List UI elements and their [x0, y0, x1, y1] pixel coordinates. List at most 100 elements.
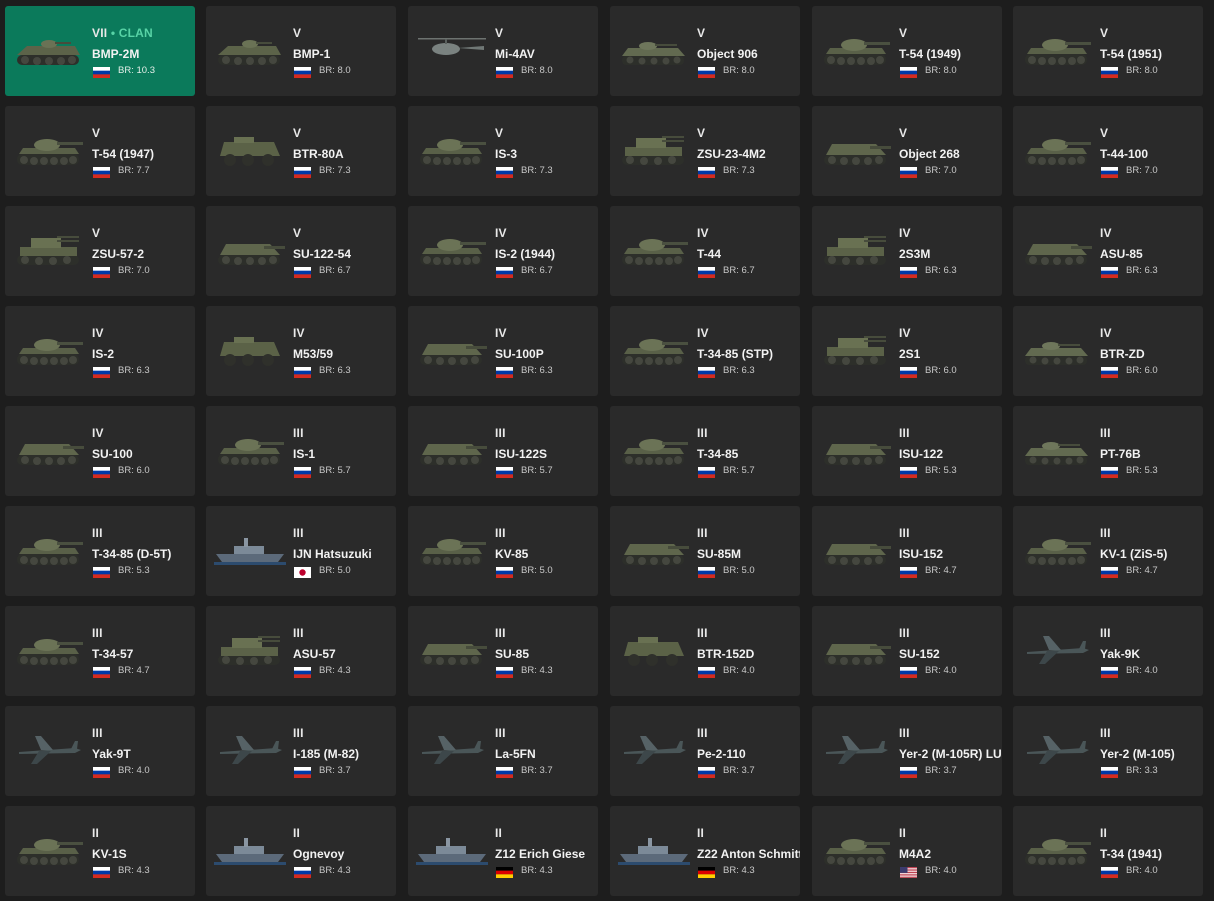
vehicle-card[interactable]: II T-34 (1941) BR: 4.0: [1013, 806, 1203, 896]
br-value: 5.0: [337, 565, 351, 576]
vehicle-card[interactable]: V T-44-100 BR: 7.0: [1013, 106, 1203, 196]
vehicle-card[interactable]: III BTR-152D BR: 4.0: [610, 606, 800, 696]
ussr-flag-icon: [93, 465, 110, 478]
td-icon: [820, 624, 892, 674]
br-value: 5.0: [539, 565, 553, 576]
vehicle-card[interactable]: IV IS-2 BR: 6.3: [5, 306, 195, 396]
ussr-flag-icon: [93, 365, 110, 378]
vehicle-card[interactable]: III La-5FN BR: 3.7: [408, 706, 598, 796]
vehicle-card[interactable]: IV SU-100P BR: 6.3: [408, 306, 598, 396]
vehicle-card[interactable]: IV SU-100 BR: 6.0: [5, 406, 195, 496]
vehicle-card[interactable]: III Yak-9K BR: 4.0: [1013, 606, 1203, 696]
vehicle-card[interactable]: III Yer-2 (M-105) BR: 3.3: [1013, 706, 1203, 796]
rank-number: V: [92, 226, 101, 240]
td-icon: [820, 524, 892, 574]
vehicle-card[interactable]: III SU-85M BR: 5.0: [610, 506, 800, 596]
rank-number: IV: [697, 226, 709, 240]
vehicle-card[interactable]: IV ASU-85 BR: 6.3: [1013, 206, 1203, 296]
vehicle-rank: V: [92, 126, 100, 140]
vehicle-card[interactable]: IV IS-2 (1944) BR: 6.7: [408, 206, 598, 296]
vehicle-card[interactable]: II KV-1S BR: 4.3: [5, 806, 195, 896]
vehicle-card[interactable]: II Z12 Erich Giese BR: 4.3: [408, 806, 598, 896]
vehicle-rank: III: [1100, 726, 1111, 740]
battle-rating: BR: 7.0: [1126, 165, 1158, 176]
vehicle-card[interactable]: III IS-1 BR: 5.7: [206, 406, 396, 496]
vehicle-card[interactable]: II M4A2 BR: 4.0: [812, 806, 1002, 896]
vehicle-card[interactable]: III PT-76B BR: 5.3: [1013, 406, 1203, 496]
vehicle-name: BTR-ZD: [1100, 347, 1145, 361]
vehicle-name: 2S3M: [899, 247, 931, 261]
vehicle-card[interactable]: III T-34-85 BR: 5.7: [610, 406, 800, 496]
battle-rating: BR: 7.3: [723, 165, 755, 176]
vehicle-card[interactable]: III Yer-2 (M-105R) LU BR: 3.7: [812, 706, 1002, 796]
vehicle-card[interactable]: II Z22 Anton Schmitt BR: 4.3: [610, 806, 800, 896]
vehicle-card[interactable]: V ZSU-57-2 BR: 7.0: [5, 206, 195, 296]
br-value: 8.0: [337, 65, 351, 76]
vehicle-card[interactable]: V BTR-80A BR: 7.3: [206, 106, 396, 196]
vehicle-card[interactable]: IV 2S1 BR: 6.0: [812, 306, 1002, 396]
spaa-icon: [13, 224, 85, 274]
battle-rating: BR: 8.0: [1126, 65, 1158, 76]
vehicle-card[interactable]: V IS-3 BR: 7.3: [408, 106, 598, 196]
rank-number: IV: [495, 326, 507, 340]
vehicle-card[interactable]: IV M53/59 BR: 6.3: [206, 306, 396, 396]
vehicle-card[interactable]: III SU-152 BR: 4.0: [812, 606, 1002, 696]
vehicle-card[interactable]: V T-54 (1949) BR: 8.0: [812, 6, 1002, 96]
vehicle-rank: III: [495, 726, 506, 740]
vehicle-card[interactable]: IV T-34-85 (STP) BR: 6.3: [610, 306, 800, 396]
td-icon: [214, 224, 286, 274]
vehicle-rank: III: [293, 426, 304, 440]
rank-number: V: [293, 226, 302, 240]
clan-separator: •: [110, 26, 116, 40]
vehicle-card[interactable]: III ISU-122 BR: 5.3: [812, 406, 1002, 496]
vehicle-card[interactable]: V SU-122-54 BR: 6.7: [206, 206, 396, 296]
vehicle-card[interactable]: V Mi-4AV BR: 8.0: [408, 6, 598, 96]
vehicle-card[interactable]: III ISU-122S BR: 5.7: [408, 406, 598, 496]
vehicle-card[interactable]: V T-54 (1951) BR: 8.0: [1013, 6, 1203, 96]
vehicle-card[interactable]: III KV-85 BR: 5.0: [408, 506, 598, 596]
vehicle-name: ASU-85: [1100, 247, 1143, 261]
rank-number: III: [92, 626, 103, 640]
vehicle-card[interactable]: III IJN Hatsuzuki BR: 5.0: [206, 506, 396, 596]
br-label: BR:: [925, 265, 941, 276]
vehicle-card[interactable]: III SU-85 BR: 4.3: [408, 606, 598, 696]
td-icon: [416, 324, 488, 374]
br-label: BR:: [118, 265, 134, 276]
vehicle-card[interactable]: IV 2S3M BR: 6.3: [812, 206, 1002, 296]
vehicle-card[interactable]: III ISU-152 BR: 4.7: [812, 506, 1002, 596]
br-value: 4.3: [741, 865, 755, 876]
battle-rating: BR: 4.7: [925, 565, 957, 576]
vehicle-card[interactable]: IV T-44 BR: 6.7: [610, 206, 800, 296]
br-value: 7.0: [136, 265, 150, 276]
vehicle-card[interactable]: VII • CLAN BMP-2M BR: 10.3: [5, 6, 195, 96]
vehicle-card[interactable]: IV BTR-ZD BR: 6.0: [1013, 306, 1203, 396]
vehicle-card[interactable]: III ASU-57 BR: 4.3: [206, 606, 396, 696]
vehicle-name: I-185 (M-82): [293, 747, 360, 761]
br-label: BR:: [319, 865, 335, 876]
germany-flag-icon: [496, 865, 513, 878]
vehicle-card[interactable]: III Pe-2-110 BR: 3.7: [610, 706, 800, 796]
vehicle-card[interactable]: V Object 906 BR: 8.0: [610, 6, 800, 96]
vehicle-card[interactable]: V ZSU-23-4M2 BR: 7.3: [610, 106, 800, 196]
heli-icon: [416, 24, 488, 74]
br-label: BR:: [723, 365, 739, 376]
vehicle-card[interactable]: III T-34-85 (D-5T) BR: 5.3: [5, 506, 195, 596]
br-label: BR:: [521, 765, 537, 776]
plane-icon: [214, 724, 286, 774]
vehicle-card[interactable]: III I-185 (M-82) BR: 3.7: [206, 706, 396, 796]
br-value: 5.3: [136, 565, 150, 576]
vehicle-rank: V: [697, 26, 705, 40]
vehicle-card[interactable]: III T-34-57 BR: 4.7: [5, 606, 195, 696]
vehicle-card[interactable]: III KV-1 (ZiS-5) BR: 4.7: [1013, 506, 1203, 596]
vehicle-card[interactable]: V BMP-1 BR: 8.0: [206, 6, 396, 96]
rank-number: III: [899, 626, 910, 640]
tank-icon: [13, 524, 85, 574]
br-label: BR:: [118, 865, 134, 876]
br-label: BR:: [723, 465, 739, 476]
vehicle-rank: IV: [697, 226, 709, 240]
vehicle-card[interactable]: V Object 268 BR: 7.0: [812, 106, 1002, 196]
vehicle-card[interactable]: II Ognevoy BR: 4.3: [206, 806, 396, 896]
br-value: 6.0: [943, 365, 957, 376]
vehicle-card[interactable]: V T-54 (1947) BR: 7.7: [5, 106, 195, 196]
vehicle-card[interactable]: III Yak-9T BR: 4.0: [5, 706, 195, 796]
